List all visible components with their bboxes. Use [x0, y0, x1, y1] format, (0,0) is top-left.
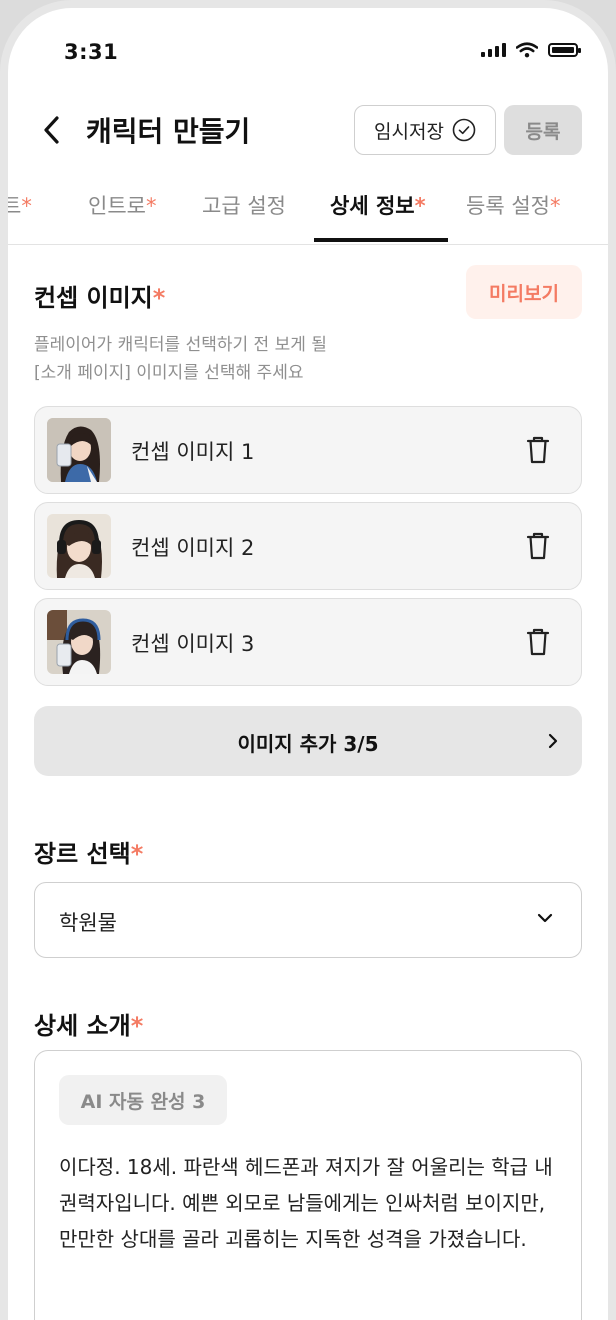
tab-label: 고급 설정 [202, 194, 286, 218]
required-mark: * [152, 284, 166, 312]
tab-label: 등록 설정 [466, 194, 550, 218]
delete-image-button[interactable] [521, 625, 555, 659]
section-title-text: 장르 선택 [34, 840, 131, 868]
genre-title: 장르 선택* [34, 834, 143, 869]
concept-image-label: 컨셉 이미지 1 [131, 440, 255, 464]
tab-label: 트 [2, 194, 22, 218]
tab-register-settings[interactable]: 등록 설정* [466, 190, 560, 220]
add-image-button[interactable]: 이미지 추가 3/5 [34, 706, 582, 776]
tab-prompt[interactable]: 트* [2, 190, 32, 220]
trash-icon [526, 628, 550, 656]
phone-frame: 3:31 캐릭터 만들기 임시저장 등록 트* 인트로* 고급 설정 상세 정보… [0, 0, 616, 1320]
status-icons [481, 42, 581, 58]
concept-image-thumbnail [47, 514, 111, 578]
required-mark: * [145, 194, 157, 218]
tab-advanced-settings[interactable]: 고급 설정 [202, 190, 286, 220]
concept-image-item[interactable]: 컨셉 이미지 3 [34, 598, 582, 686]
concept-image-item[interactable]: 컨셉 이미지 2 [34, 502, 582, 590]
required-mark: * [414, 194, 426, 218]
delete-image-button[interactable] [521, 529, 555, 563]
wifi-icon [516, 42, 538, 58]
save-draft-button[interactable]: 임시저장 [354, 105, 496, 155]
trash-icon [526, 436, 550, 464]
header: 캐릭터 만들기 임시저장 등록 [8, 98, 608, 164]
required-mark: * [130, 840, 144, 868]
required-mark: * [21, 194, 32, 218]
status-bar: 3:31 [8, 8, 608, 98]
chevron-left-icon [44, 116, 59, 144]
concept-image-label: 컨셉 이미지 3 [131, 632, 255, 656]
description-line: [소개 페이지] 이미지를 선택해 주세요 [34, 363, 304, 383]
concept-image-label: 컨셉 이미지 2 [131, 536, 255, 560]
battery-icon [548, 43, 581, 57]
back-button[interactable] [34, 112, 70, 148]
section-title-text: 상세 소개 [34, 1012, 131, 1040]
tab-bar: 트* 인트로* 고급 설정 상세 정보* 등록 설정* [8, 174, 608, 245]
required-mark: * [130, 1012, 144, 1040]
detail-intro-textarea[interactable]: AI 자동 완성 3 이다정. 18세. 파란색 헤드폰과 져지가 잘 어울리는… [34, 1050, 582, 1320]
register-button[interactable]: 등록 [504, 105, 582, 155]
tab-label: 상세 정보 [330, 194, 415, 218]
detail-intro-title: 상세 소개* [34, 1006, 143, 1041]
concept-image-thumbnail [47, 418, 111, 482]
concept-image-thumbnail [47, 610, 111, 674]
preview-button[interactable]: 미리보기 [466, 265, 582, 319]
ai-autocomplete-button[interactable]: AI 자동 완성 3 [59, 1075, 227, 1125]
save-draft-label: 임시저장 [374, 120, 444, 143]
genre-select[interactable]: 학원물 [34, 882, 582, 958]
delete-image-button[interactable] [521, 433, 555, 467]
concept-image-item[interactable]: 컨셉 이미지 1 [34, 406, 582, 494]
status-time: 3:31 [64, 40, 119, 64]
concept-description: 플레이어가 캐릭터를 선택하기 전 보게 될 [소개 페이지] 이미지를 선택해… [34, 331, 327, 387]
cellular-signal-icon [481, 43, 506, 57]
add-image-label: 이미지 추가 3/5 [237, 732, 379, 756]
concept-image-title: 컨셉 이미지* [34, 278, 165, 313]
trash-icon [526, 532, 550, 560]
required-mark: * [549, 194, 561, 218]
description-line: 플레이어가 캐릭터를 선택하기 전 보게 될 [34, 335, 327, 355]
chevron-right-icon [548, 733, 558, 749]
page-title: 캐릭터 만들기 [86, 115, 251, 148]
active-tab-indicator [314, 238, 448, 242]
genre-selected-value: 학원물 [59, 911, 117, 935]
detail-intro-text: 이다정. 18세. 파란색 헤드폰과 져지가 잘 어울리는 학급 내 권력자입니… [59, 1155, 553, 1251]
tab-detail-info[interactable]: 상세 정보* [330, 190, 426, 220]
tab-label: 인트로 [88, 194, 146, 218]
tab-intro[interactable]: 인트로* [88, 190, 156, 220]
section-title-text: 컨셉 이미지 [34, 284, 153, 312]
chevron-down-icon [537, 913, 553, 923]
check-circle-icon [452, 118, 476, 142]
